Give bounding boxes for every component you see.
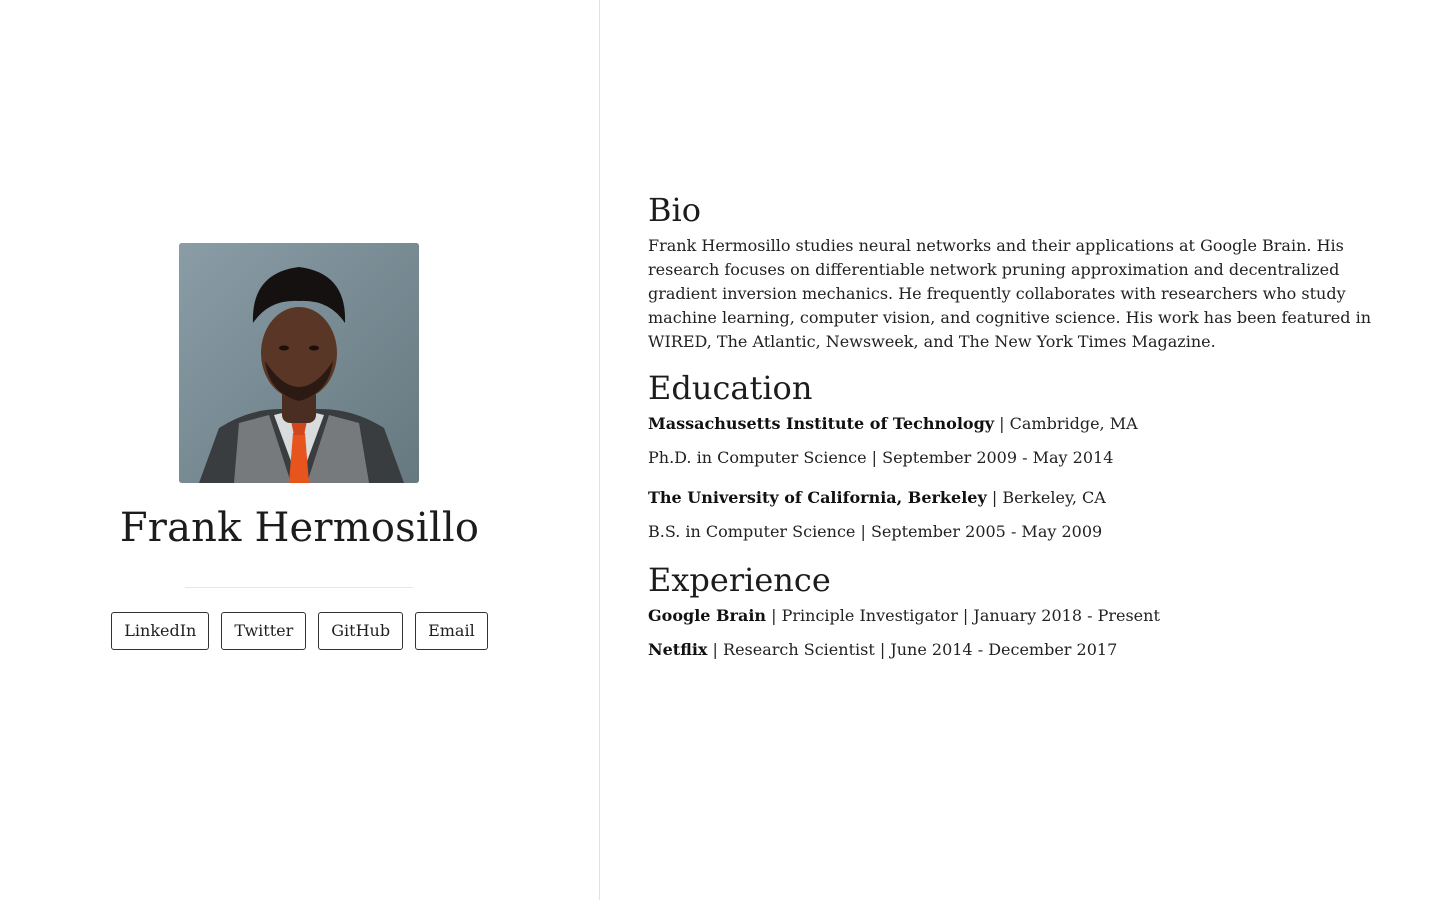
email-button[interactable]: Email	[415, 612, 488, 650]
profile-name: Frank Hermosillo	[119, 505, 480, 551]
education-degree: Ph.D. in Computer Science | September 20…	[648, 448, 1114, 467]
profile-page: Frank Hermosillo LinkedIn Twitter GitHub…	[0, 0, 1440, 900]
profile-photo	[179, 243, 419, 483]
experience-org: Netflix	[648, 640, 708, 659]
experience-heading: Experience	[648, 561, 831, 599]
education-degree: B.S. in Computer Science | September 200…	[648, 522, 1103, 541]
education-school: Massachusetts Institute of Technology | …	[648, 412, 1396, 436]
experience-details: | Principle Investigator | January 2018 …	[766, 606, 1160, 625]
bio-heading: Bio	[648, 191, 702, 229]
bio-text: Frank Hermosillo studies neural networks…	[648, 236, 1372, 351]
education-school: The University of California, Berkeley |…	[648, 486, 1396, 510]
school-location: | Berkeley, CA	[986, 488, 1106, 507]
name-divider	[185, 587, 413, 588]
school-location: | Cambridge, MA	[994, 414, 1138, 433]
social-links: LinkedIn Twitter GitHub Email	[0, 612, 599, 650]
twitter-button[interactable]: Twitter	[221, 612, 307, 650]
github-button[interactable]: GitHub	[318, 612, 404, 650]
linkedin-button[interactable]: LinkedIn	[111, 612, 210, 650]
experience-item: Netflix | Research Scientist | June 2014…	[648, 638, 1396, 662]
portrait-image	[179, 243, 419, 483]
education-heading: Education	[648, 369, 813, 407]
experience-details: | Research Scientist | June 2014 - Decem…	[707, 640, 1118, 659]
school-name: Massachusetts Institute of Technology	[648, 414, 995, 433]
resume-content: Bio Frank Hermosillo studies neural netw…	[648, 190, 1396, 678]
profile-panel: Frank Hermosillo LinkedIn Twitter GitHub…	[0, 0, 600, 900]
school-name: The University of California, Berkeley	[648, 488, 987, 507]
experience-item: Google Brain | Principle Investigator | …	[648, 604, 1396, 628]
experience-org: Google Brain	[648, 606, 767, 625]
